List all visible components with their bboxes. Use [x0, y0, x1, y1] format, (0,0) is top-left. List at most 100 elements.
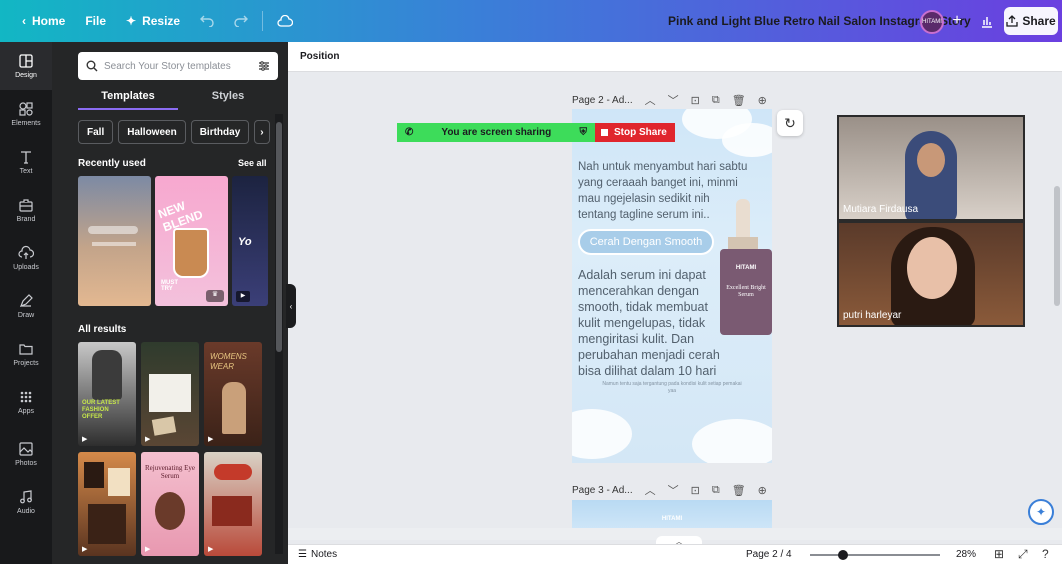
zoom-slider[interactable] [810, 554, 940, 556]
divider [262, 11, 264, 31]
trash-icon[interactable]: 🗑 [732, 94, 746, 107]
rail-label: Brand [16, 216, 36, 223]
page-3-canvas[interactable]: HITAMI [572, 500, 772, 530]
pen-icon [19, 294, 33, 308]
resize-button[interactable]: ✦ Resize [116, 0, 190, 42]
template-thumbnail-dark[interactable]: Yo ▶ [232, 176, 268, 306]
trash-icon[interactable]: 🗑 [732, 484, 746, 497]
chevron-down-icon[interactable]: ﹀ [668, 482, 679, 498]
add-collaborator-button[interactable]: + [946, 10, 968, 32]
lock-icon[interactable]: ⊡ [691, 94, 700, 107]
chevron-left-icon: ‹ [22, 14, 26, 28]
play-icon: ▶ [208, 546, 214, 553]
phone-icon: ✆ [405, 127, 414, 138]
fullscreen-icon[interactable]: ⤢ [1018, 547, 1028, 562]
add-page-icon[interactable]: ⊕ [758, 94, 767, 107]
notes-button[interactable]: ☰ Notes [298, 549, 337, 560]
file-menu-button[interactable]: File [75, 0, 116, 42]
redo-button[interactable] [224, 0, 258, 42]
video-tile-participant-2[interactable]: putri harleyar [837, 221, 1025, 327]
template-thumbnail-womens-wear[interactable]: WOMENS WEAR ▶ [204, 342, 262, 446]
resize-label: Resize [142, 14, 181, 28]
grid-view-icon[interactable]: ⊞ [994, 547, 1004, 561]
chip-fall[interactable]: Fall [78, 120, 114, 144]
tab-templates[interactable]: Templates [78, 86, 178, 110]
rail-item-apps[interactable]: Apps [0, 378, 52, 426]
rail-item-audio[interactable]: Audio [0, 478, 52, 526]
tagline-pill[interactable]: Cerah Dengan Smooth [578, 229, 714, 255]
rail-item-text[interactable]: Text [0, 138, 52, 186]
rail-item-uploads[interactable]: Uploads [0, 234, 52, 282]
home-label: Home [32, 14, 66, 28]
chevron-up-icon[interactable]: ︿ [645, 482, 656, 498]
serum-bottle-image[interactable]: HITAMI Excellent Bright Serum [720, 199, 772, 335]
magic-assistant-button[interactable]: ✦ [1028, 499, 1054, 525]
help-icon[interactable]: ? [1042, 547, 1049, 561]
see-all-link[interactable]: See all [238, 158, 267, 168]
rail-item-elements[interactable]: Elements [0, 90, 52, 138]
tab-styles[interactable]: Styles [178, 86, 278, 110]
text-icon [21, 151, 31, 164]
template-thumbnail-eye-serum[interactable]: Rejuvenating Eye Serum ▶ [141, 452, 199, 556]
template-thumbnail-red-books[interactable]: ▶ [204, 452, 262, 556]
rail-item-projects[interactable]: Projects [0, 330, 52, 378]
rail-label: Audio [17, 508, 35, 515]
brand-avatar[interactable]: HITAMI [920, 10, 944, 34]
rail-item-photos[interactable]: Photos [0, 430, 52, 478]
refresh-button[interactable]: ↻ [777, 110, 803, 136]
play-icon: ▶ [208, 436, 214, 443]
template-thumbnail-fashion[interactable]: OUR LATEST FASHION OFFER ▶ [78, 342, 136, 446]
template-thumbnail-collage[interactable]: ▶ [78, 452, 136, 556]
sparkle-icon: ✦ [126, 14, 137, 28]
template-thumbnail-clouds[interactable] [78, 176, 151, 306]
template-thumbnail-workspace[interactable]: ▶ [141, 342, 199, 446]
duplicate-icon[interactable]: ⧉ [712, 94, 720, 107]
stop-share-button[interactable]: Stop Share [595, 123, 675, 142]
chip-scroll-right-button[interactable]: › [254, 120, 270, 144]
play-icon: ▶ [82, 436, 88, 443]
panel-scrollbar[interactable] [276, 122, 282, 352]
chevron-down-icon[interactable]: ﹀ [668, 92, 679, 108]
duplicate-icon[interactable]: ⧉ [712, 484, 720, 497]
page-2-header: Page 2 - Ad... ︿ ﹀ ⊡ ⧉ 🗑 ⊕ [572, 92, 767, 108]
participant-name: Mutiara Firdausa [843, 204, 919, 215]
cloud-save-button[interactable] [267, 0, 303, 42]
canvas-scrollbar[interactable] [1054, 186, 1060, 306]
undo-button[interactable] [190, 0, 224, 42]
disclaimer-text[interactable]: Namun tentu saja tergantung pada kondisi… [602, 381, 742, 395]
template-thumbnail-new-blend[interactable]: NEW BLEND MUST TRY ♛ [155, 176, 228, 306]
show-pages-button[interactable]: ︿ [656, 536, 702, 546]
chevron-up-icon[interactable]: ︿ [645, 92, 656, 108]
folder-icon [19, 344, 33, 355]
home-button[interactable]: ‹ Home [0, 0, 75, 42]
position-button[interactable]: Position [300, 51, 339, 62]
description-text[interactable]: Adalah serum ini dapat mencerahkan denga… [578, 267, 728, 379]
rail-label: Draw [17, 312, 35, 319]
rail-label: Projects [13, 360, 39, 367]
zoom-value[interactable]: 28% [956, 549, 976, 560]
rail-item-draw[interactable]: Draw [0, 282, 52, 330]
zoom-slider-handle[interactable] [838, 550, 848, 560]
image-icon [19, 442, 33, 456]
filter-icon[interactable] [258, 60, 270, 72]
add-page-icon[interactable]: ⊕ [758, 484, 767, 497]
lock-icon[interactable]: ⊡ [691, 484, 700, 497]
page-2-canvas[interactable]: Nah untuk menyambut hari sabtu yang cera… [572, 109, 772, 463]
rejuvenating-text: Rejuvenating Eye Serum [145, 464, 195, 480]
notes-label: Notes [310, 549, 338, 560]
page-2-title[interactable]: Page 2 - Ad... [572, 95, 633, 106]
video-tile-participant-1[interactable]: Mutiara Firdausa [837, 115, 1025, 221]
rail-item-brand[interactable]: Brand [0, 186, 52, 234]
search-icon [86, 60, 98, 72]
chip-halloween[interactable]: Halloween [118, 120, 186, 144]
rail-item-design[interactable]: Design [0, 42, 52, 90]
collapse-panel-button[interactable]: ‹ [286, 284, 296, 328]
stop-icon [601, 129, 608, 136]
chip-birthday[interactable]: Birthday [190, 120, 250, 144]
insights-button[interactable] [976, 10, 998, 32]
page-indicator[interactable]: Page 2 / 4 [746, 549, 792, 560]
status-bar: ☰ Notes Page 2 / 4 28% ⊞ ⤢ ? [288, 544, 1062, 564]
share-button[interactable]: Share [1004, 7, 1058, 35]
template-search-input[interactable]: Search Your Story templates [78, 52, 278, 80]
page-3-title[interactable]: Page 3 - Ad... [572, 485, 633, 496]
